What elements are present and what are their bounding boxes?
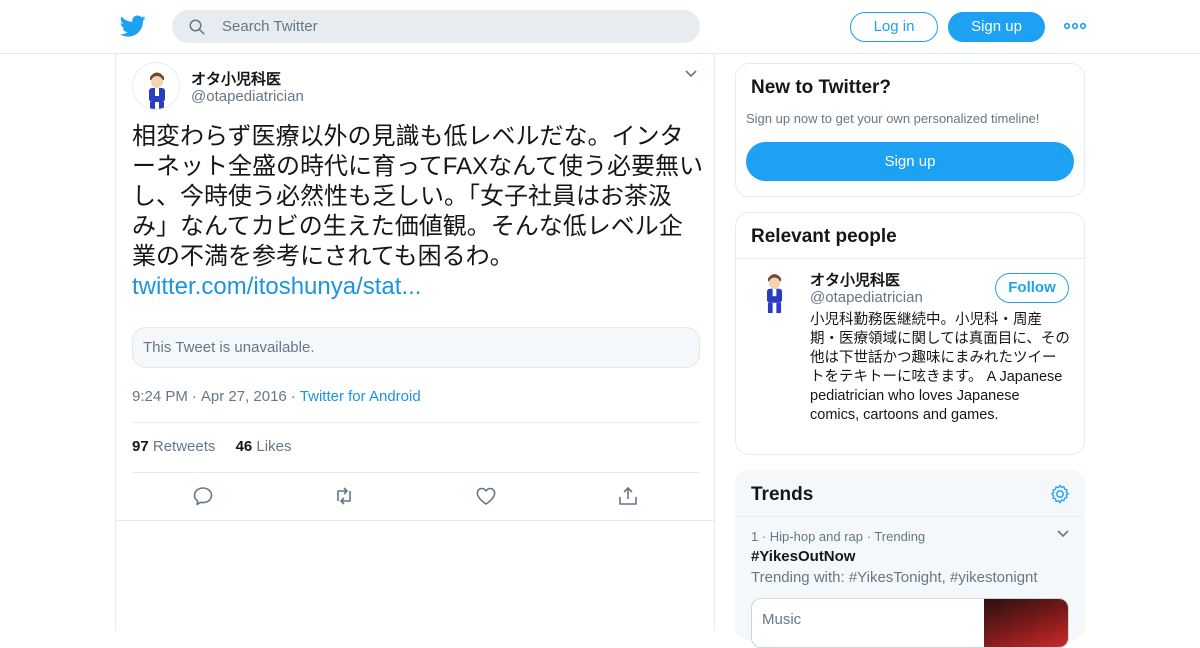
avatar[interactable] xyxy=(132,62,180,110)
person-bio: 小児科勤務医継続中。小児科・周産期・医療領域に関しては真面目に、その他は下世話か… xyxy=(810,312,1070,423)
tweet-detail: オタ小児科医 @otapediatrician 相変わらず医療以外の見識も低レベ… xyxy=(115,54,715,630)
gear-icon[interactable] xyxy=(1049,483,1071,505)
card-title: Trends xyxy=(751,484,814,505)
retweets-count[interactable]: 97 xyxy=(132,438,149,455)
author-handle[interactable]: @otapediatrician xyxy=(191,88,304,105)
tweet-actions xyxy=(116,484,714,514)
quoted-tweet-unavailable: This Tweet is unavailable. xyxy=(132,327,700,368)
card-subtitle: Sign up now to get your own personalized… xyxy=(746,111,1040,126)
divider xyxy=(132,472,700,473)
trend-media-card[interactable]: Music xyxy=(751,598,1069,648)
retweet-icon[interactable] xyxy=(332,484,356,508)
card-title: New to Twitter? xyxy=(751,77,892,98)
tweet-text: 相変わらず医療以外の見識も低レベルだな。インターネット全盛の時代に育ってFAXな… xyxy=(132,123,703,270)
likes-count[interactable]: 46 xyxy=(236,438,253,455)
tweet-body: 相変わらず医療以外の見識も低レベルだな。インターネット全盛の時代に育ってFAXな… xyxy=(132,122,706,302)
trend-related: Trending with: #YikesTonight, #yikestoni… xyxy=(751,569,1038,586)
avatar-illustration xyxy=(133,63,179,109)
media-thumbnail xyxy=(984,599,1068,647)
person-name[interactable]: オタ小児科医 xyxy=(810,269,900,290)
top-navigation-bar: Search Twitter Log in Sign up xyxy=(0,0,1200,54)
twitter-bird-icon[interactable] xyxy=(120,13,146,39)
reply-icon[interactable] xyxy=(191,484,215,508)
tweet-stats: 97 Retweets 46 Likes xyxy=(132,438,291,455)
chevron-down-icon[interactable] xyxy=(684,69,698,79)
share-icon[interactable] xyxy=(616,484,640,508)
sidebar-signup-button[interactable]: Sign up xyxy=(746,142,1074,181)
avatar[interactable] xyxy=(752,269,797,314)
divider xyxy=(736,516,1084,517)
tweet-meta: 9:24 PM · Apr 27, 2016 · Twitter for Android xyxy=(132,388,421,405)
tweet-link[interactable]: twitter.com/itoshunya/stat... xyxy=(132,272,706,302)
author-name[interactable]: オタ小児科医 xyxy=(191,68,281,89)
divider xyxy=(132,422,700,423)
tweet-date[interactable]: Apr 27, 2016 xyxy=(201,388,287,405)
likes-label[interactable]: Likes xyxy=(256,438,291,455)
login-button[interactable]: Log in xyxy=(850,12,938,42)
divider xyxy=(736,258,1084,259)
trends-card: Trends 1 · Hip-hop and rap · Trending #Y… xyxy=(735,470,1085,648)
chevron-down-icon[interactable] xyxy=(1056,529,1070,539)
avatar-illustration xyxy=(752,269,797,314)
signup-button[interactable]: Sign up xyxy=(948,12,1045,42)
person-handle[interactable]: @otapediatrician xyxy=(810,289,923,306)
divider xyxy=(116,520,714,521)
search-bar[interactable]: Search Twitter xyxy=(172,10,700,43)
trend-meta: 1 · Hip-hop and rap · Trending xyxy=(751,529,926,544)
more-options-icon[interactable] xyxy=(1064,16,1086,36)
tweet-time[interactable]: 9:24 PM xyxy=(132,388,188,405)
card-title: Relevant people xyxy=(751,226,897,247)
search-icon xyxy=(189,19,205,35)
tweet-source[interactable]: Twitter for Android xyxy=(300,388,421,405)
new-to-twitter-card: New to Twitter? Sign up now to get your … xyxy=(735,63,1085,197)
like-heart-icon[interactable] xyxy=(474,484,498,508)
relevant-people-card: Relevant people オタ小児科医 @otapediatrician … xyxy=(735,212,1085,455)
search-input[interactable]: Search Twitter xyxy=(222,18,318,35)
follow-button[interactable]: Follow xyxy=(995,273,1069,303)
retweets-label[interactable]: Retweets xyxy=(153,438,216,455)
media-label: Music xyxy=(762,611,802,628)
trend-hashtag[interactable]: #YikesOutNow xyxy=(751,548,855,565)
